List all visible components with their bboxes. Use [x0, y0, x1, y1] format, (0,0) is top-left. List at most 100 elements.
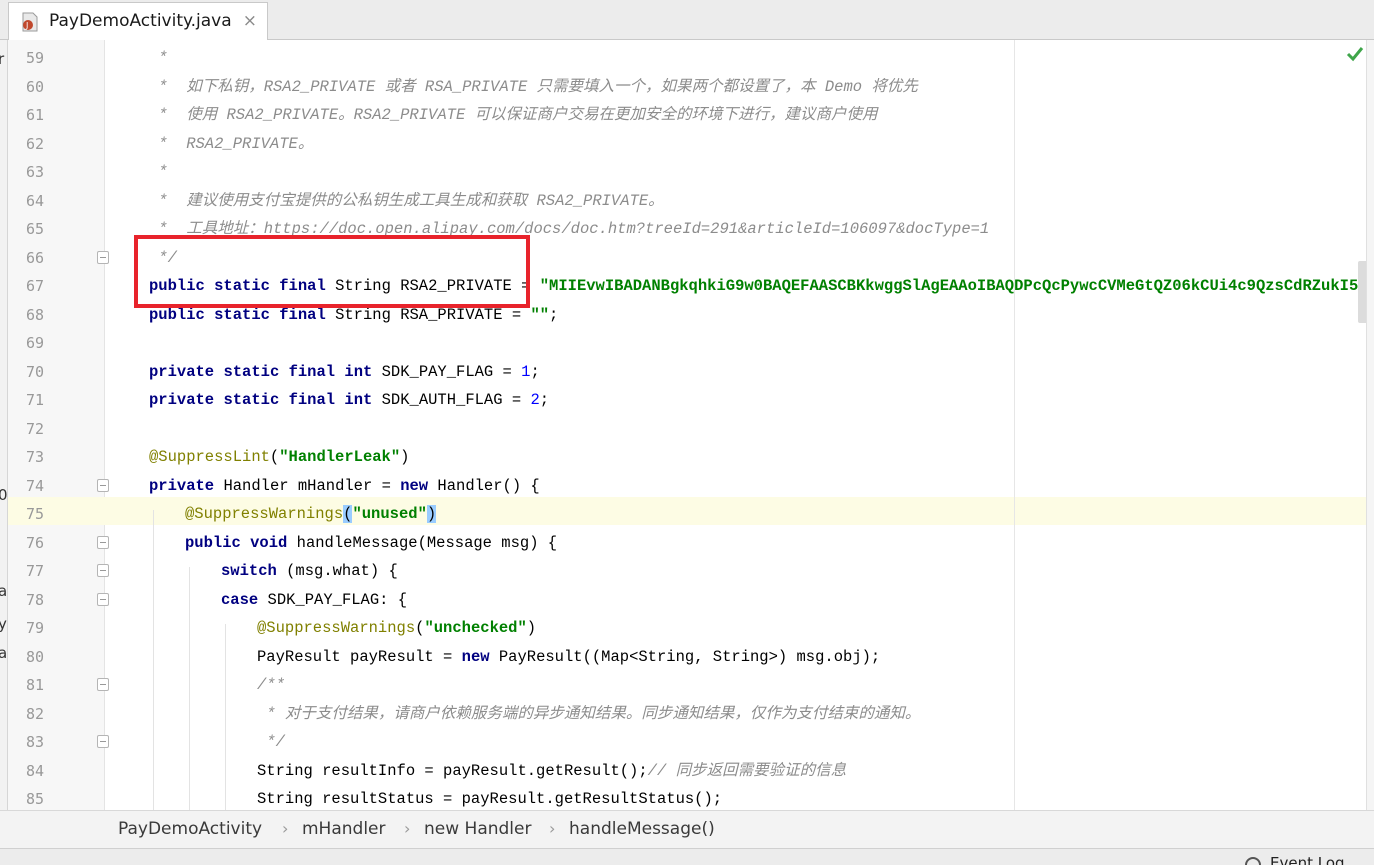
code-text: private static final int SDK_PAY_FLAG = … — [149, 358, 540, 386]
vertical-scroll-thumb[interactable] — [1358, 261, 1366, 323]
code-text: * — [149, 163, 168, 181]
project-panel-edge: r 0 a y a — [0, 40, 8, 810]
keyword: int — [344, 362, 373, 381]
code-line: 72 — [8, 415, 1366, 444]
keyword: new — [461, 647, 490, 666]
panel-char: a — [0, 582, 7, 600]
code-editor[interactable]: 59 * 60 * 如下私钥，RSA2_PRIVATE 或者 RSA_PRIVA… — [8, 40, 1366, 810]
line-number: 70 — [25, 362, 44, 381]
type-name: String — [335, 277, 391, 295]
code-text: String resultInfo = payResult.getResult(… — [257, 757, 846, 785]
code-line: 83 */ — [8, 728, 1366, 757]
code-text: * — [149, 49, 168, 67]
breadcrumb-item[interactable]: PayDemoActivity — [118, 819, 262, 839]
breadcrumb-separator-icon: › — [282, 819, 289, 838]
fold-marker-icon[interactable] — [97, 678, 109, 691]
fold-marker-icon[interactable] — [97, 592, 109, 606]
status-bar: Event Log — [0, 848, 1374, 865]
line-number: 84 — [25, 761, 44, 780]
code-line: 82 * 对于支付结果，请商户依赖服务端的异步通知结果。同步通知结果，仅作为支付… — [8, 700, 1366, 729]
event-log-label[interactable]: Event Log — [1270, 854, 1345, 865]
code-line: 78 case SDK_PAY_FLAG: { — [8, 586, 1366, 615]
checkmark-icon[interactable] — [1345, 44, 1365, 64]
field-name: RSA_PRIVATE — [400, 305, 503, 324]
operator: = — [502, 391, 531, 409]
svg-text:J: J — [25, 21, 28, 30]
code-line: 69 — [8, 329, 1366, 358]
breadcrumb-separator-icon: › — [549, 819, 556, 838]
tab-paydemoactivity[interactable]: J PayDemoActivity.java × — [8, 2, 268, 40]
keyword: public — [185, 533, 241, 552]
code-line: 75 @SuppressWarnings("unused") — [8, 500, 1366, 529]
line-number: 71 — [25, 391, 44, 409]
number-literal: 2 — [530, 391, 540, 409]
code-text: * RSA2_PRIVATE。 — [149, 134, 314, 153]
code-text: @SuppressWarnings("unused") — [185, 500, 437, 528]
keyword: switch — [221, 562, 277, 580]
java-file-icon: J — [22, 12, 38, 32]
breadcrumb: PayDemoActivity › mHandler › new Handler… — [0, 810, 1374, 848]
operator: = — [372, 476, 401, 495]
code-text: public static final String RSA_PRIVATE =… — [149, 301, 558, 329]
fold-marker-icon[interactable] — [97, 535, 109, 549]
line-number: 78 — [25, 590, 44, 609]
code-text: @SuppressLint("HandlerLeak") — [149, 443, 409, 471]
code-line: 76 public void handleMessage(Message msg… — [8, 529, 1366, 558]
annotation: @SuppressWarnings — [257, 619, 416, 637]
breadcrumb-item[interactable]: mHandler — [302, 819, 386, 839]
line-number: 69 — [25, 334, 44, 352]
fold-marker-icon[interactable] — [97, 478, 109, 492]
declaration: PayResult payResult = — [257, 647, 462, 666]
keyword: private — [149, 476, 215, 495]
keyword: static — [214, 277, 270, 295]
code-line: 74 private Handler mHandler = new Handle… — [8, 472, 1366, 501]
fold-marker-icon[interactable] — [97, 564, 109, 577]
inline-comment: // 同步返回需要验证的信息 — [647, 761, 847, 780]
breadcrumb-item[interactable]: handleMessage() — [569, 819, 715, 839]
paren: ) — [400, 448, 410, 466]
string-literal: "" — [530, 305, 550, 324]
keyword: private — [149, 362, 215, 381]
field-name: RSA2_PRIVATE — [400, 277, 512, 295]
code-text: */ — [149, 248, 177, 267]
keyword: public — [149, 277, 205, 295]
breadcrumb-item[interactable]: new Handler — [424, 819, 531, 839]
line-number: 74 — [25, 476, 44, 495]
line-number: 65 — [25, 220, 44, 238]
panel-char: y — [0, 615, 7, 633]
code-text: * 对于支付结果，请商户依赖服务端的异步通知结果。同步通知结果，仅作为支付结束的… — [257, 704, 921, 723]
paren: ( — [269, 448, 280, 466]
vertical-scrollbar[interactable] — [1366, 40, 1374, 810]
editor-tab-bar: J PayDemoActivity.java × — [0, 0, 1374, 40]
code-text: public void handleMessage(Message msg) { — [185, 529, 557, 557]
event-log-icon[interactable] — [1245, 857, 1261, 865]
code-line: 67 public static final String RSA2_PRIVA… — [8, 272, 1366, 301]
fold-marker-icon[interactable] — [97, 735, 109, 748]
keyword: private — [149, 391, 215, 409]
keyword: final — [279, 277, 326, 295]
paren: ) — [526, 619, 537, 637]
code-text: PayResult payResult = new PayResult((Map… — [257, 643, 880, 671]
constructor-call: Handler() { — [437, 476, 540, 495]
line-number: 81 — [25, 676, 44, 694]
panel-char: r — [0, 50, 4, 68]
code-line: 73 @SuppressLint("HandlerLeak") — [8, 443, 1366, 472]
keyword: new — [400, 476, 429, 495]
type-name: String — [335, 305, 391, 324]
code-text: @SuppressWarnings("unchecked") — [257, 614, 536, 642]
type-name: Handler — [223, 476, 289, 495]
code-text: private static final int SDK_AUTH_FLAG =… — [149, 386, 549, 414]
annotation: @SuppressLint — [149, 448, 270, 466]
paren: ) — [426, 505, 437, 523]
keyword: final — [279, 305, 326, 324]
line-number: 72 — [25, 419, 44, 438]
fold-marker-icon[interactable] — [97, 250, 109, 264]
constructor-call: PayResult((Map<String, String>) msg.obj)… — [498, 647, 881, 666]
code-line: 70 private static final int SDK_PAY_FLAG… — [8, 358, 1366, 387]
statement: String resultInfo = payResult.getResult(… — [257, 761, 648, 780]
field-name: SDK_PAY_FLAG — [381, 362, 494, 381]
method-signature: handleMessage(Message msg) { — [296, 533, 558, 552]
close-icon[interactable]: × — [243, 11, 257, 31]
line-number: 76 — [25, 533, 44, 552]
line-number: 60 — [25, 77, 44, 96]
